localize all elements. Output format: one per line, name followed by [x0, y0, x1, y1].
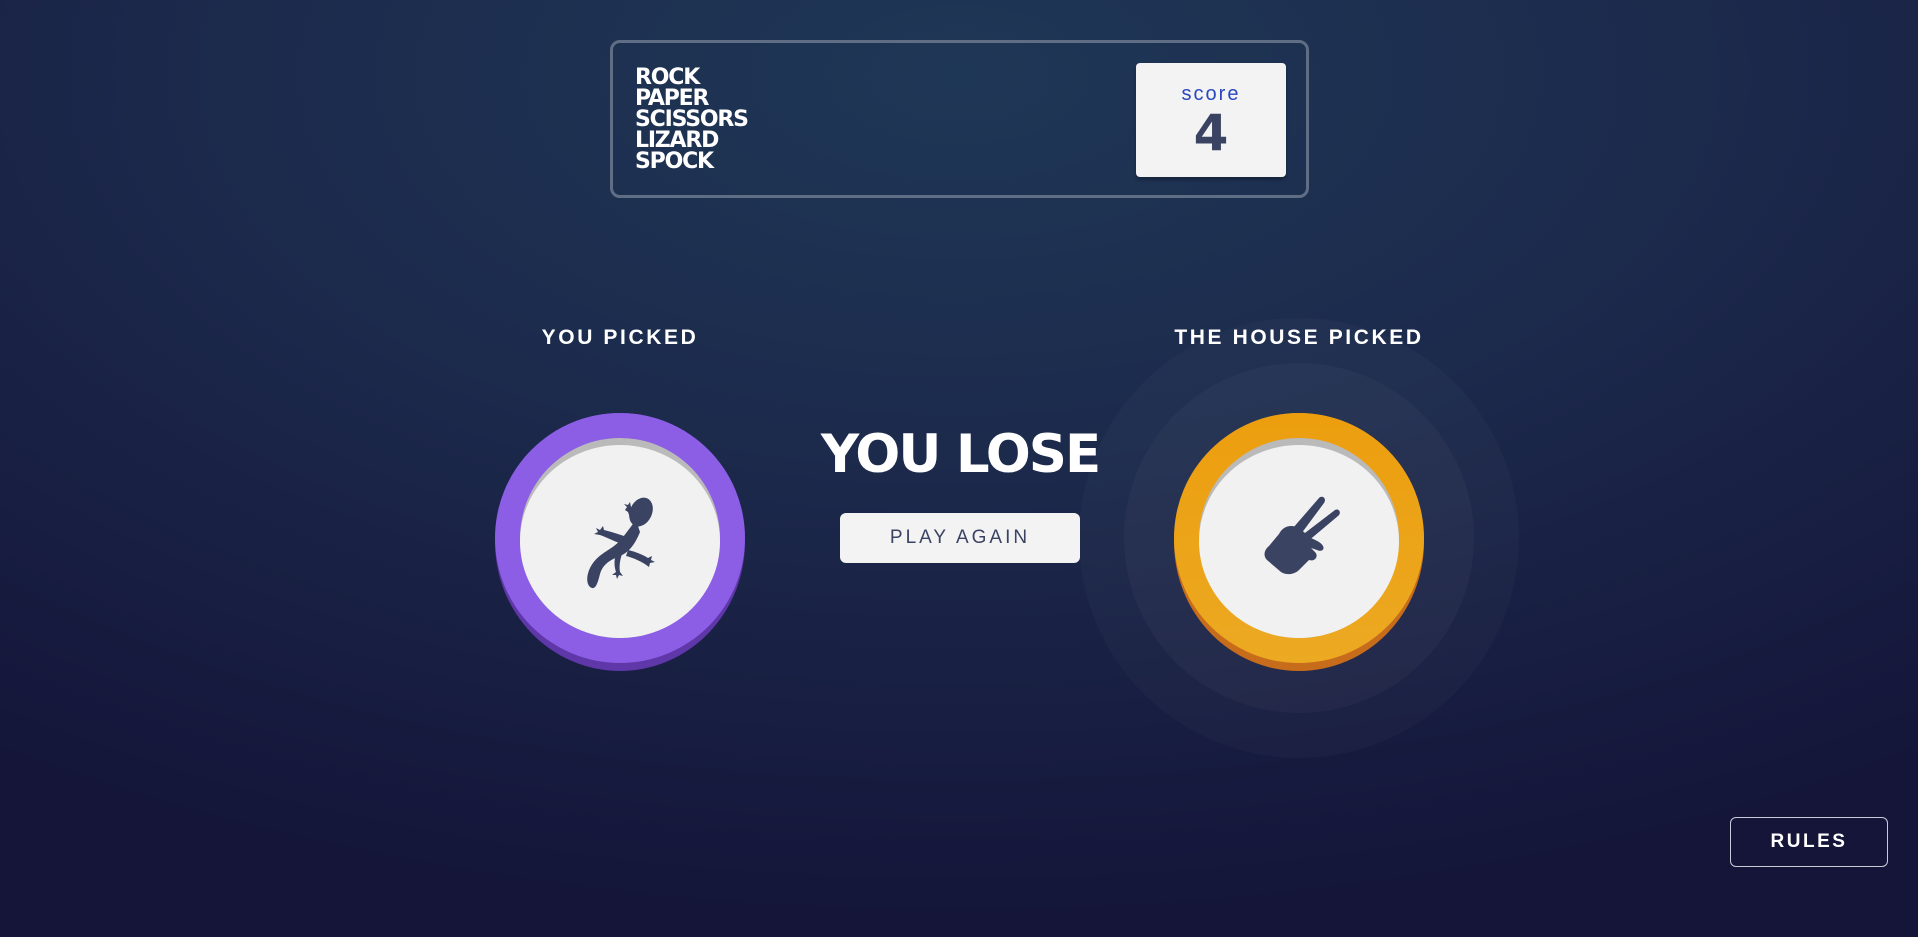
- score-box: score 4: [1136, 63, 1286, 177]
- title-line-rock: ROCK: [635, 65, 700, 90]
- game-title-logo: ROCK PAPER SCISSORS LIZARD SPOCK: [635, 65, 749, 174]
- header-bar: ROCK PAPER SCISSORS LIZARD SPOCK score 4: [610, 40, 1309, 198]
- score-label: score: [1181, 82, 1241, 105]
- rules-button[interactable]: RULES: [1730, 817, 1888, 867]
- result-text: YOU LOSE: [820, 424, 1101, 485]
- title-line-scissors: SCISSORS: [635, 107, 749, 132]
- token-inner: [1199, 438, 1399, 638]
- title-line-paper: PAPER: [635, 86, 709, 111]
- token-face: [1199, 445, 1399, 638]
- title-line-spock: SPOCK: [635, 149, 714, 174]
- score-value: 4: [1193, 103, 1229, 162]
- player-pick-label: YOU PICKED: [541, 326, 699, 349]
- play-again-button[interactable]: PLAY AGAIN: [840, 513, 1080, 563]
- scissors-icon: [1264, 496, 1340, 575]
- title-line-lizard: LIZARD: [635, 128, 719, 153]
- player-token-lizard: [495, 413, 745, 671]
- token-inner: [520, 438, 720, 638]
- token-face: [520, 445, 720, 638]
- house-token-scissors: [1174, 413, 1424, 671]
- lizard-icon: [587, 497, 655, 589]
